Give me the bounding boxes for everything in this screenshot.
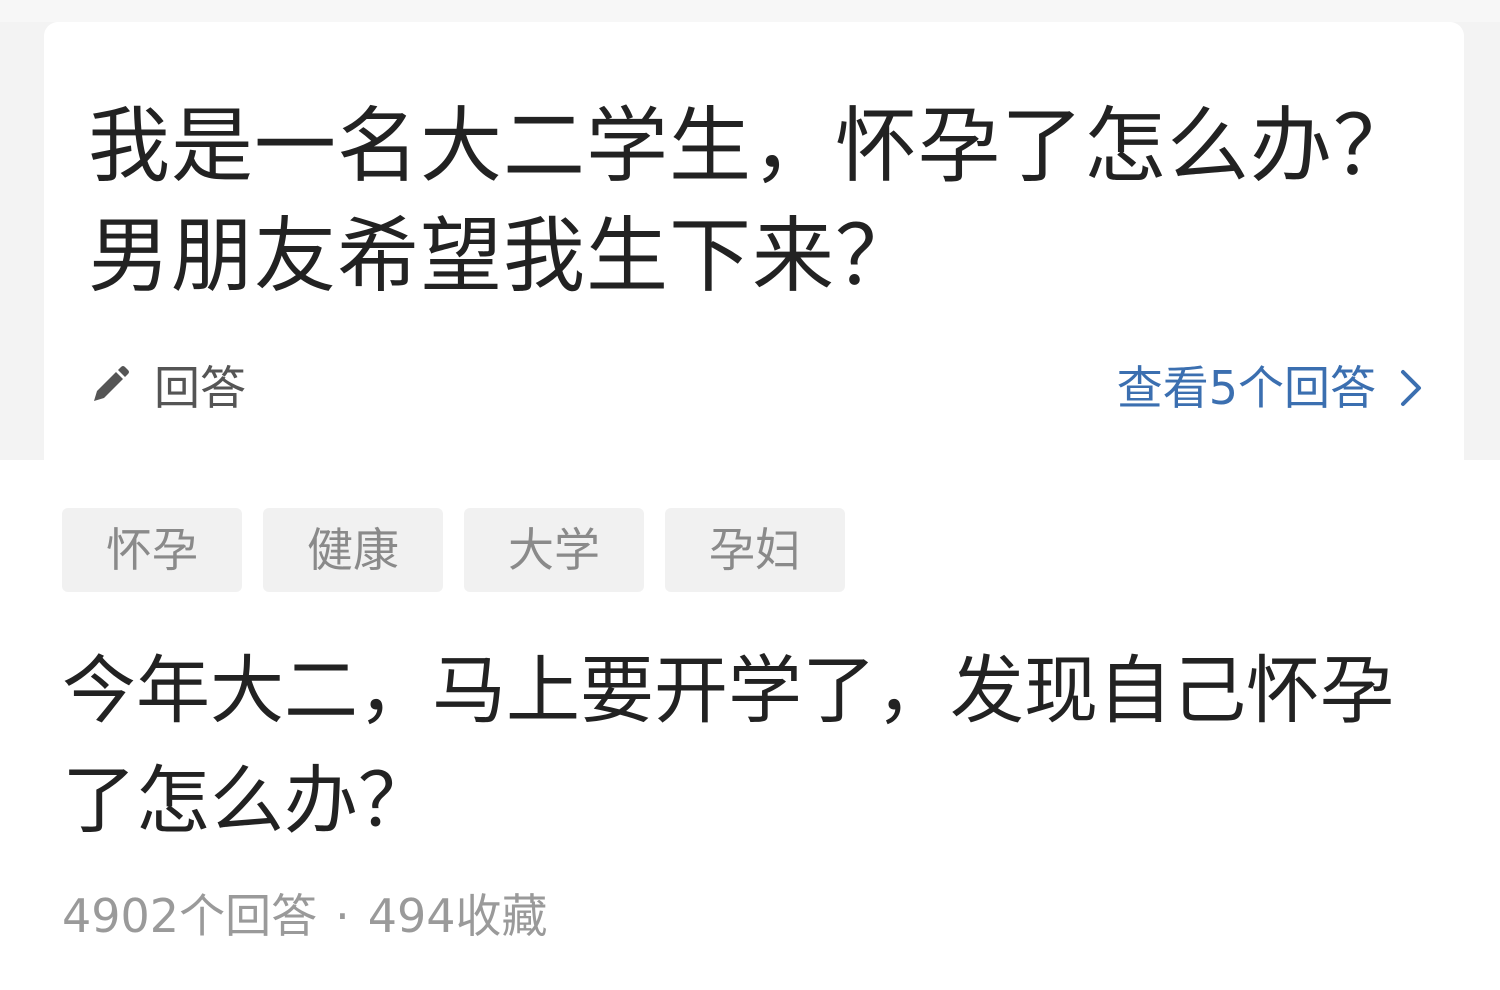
answer-button-label: 回答 [154,361,246,415]
chevron-right-icon [1398,365,1424,406]
card-question-title[interactable]: 我是一名大二学生，怀孕了怎么办？男朋友希望我生下来？ [88,92,1428,312]
favorites-count: 494收藏 [367,889,548,943]
answer-button[interactable]: 回答 [88,350,246,420]
question-title[interactable]: 今年大二，马上要开学了，发现自己怀孕了怎么办？ [62,636,1462,856]
question-card[interactable]: 我是一名大二学生，怀孕了怎么办？男朋友希望我生下来？ 回答 查看5个回答 [44,22,1464,462]
view-answers-label: 查看5个回答 [1116,361,1376,415]
answer-count: 4902个回答 [62,889,318,943]
tag-pregnant-woman[interactable]: 孕妇 [665,508,845,592]
tag-list: 怀孕 健康 大学 孕妇 [62,508,866,592]
meta-separator: · [335,889,350,943]
question-meta: 4902个回答 · 494收藏 [62,880,548,946]
tag-university[interactable]: 大学 [464,508,644,592]
top-strip [0,0,1500,22]
pencil-icon [88,363,132,407]
tag-health[interactable]: 健康 [263,508,443,592]
view-answers-link[interactable]: 查看5个回答 [1117,350,1424,420]
tag-pregnancy[interactable]: 怀孕 [62,508,242,592]
